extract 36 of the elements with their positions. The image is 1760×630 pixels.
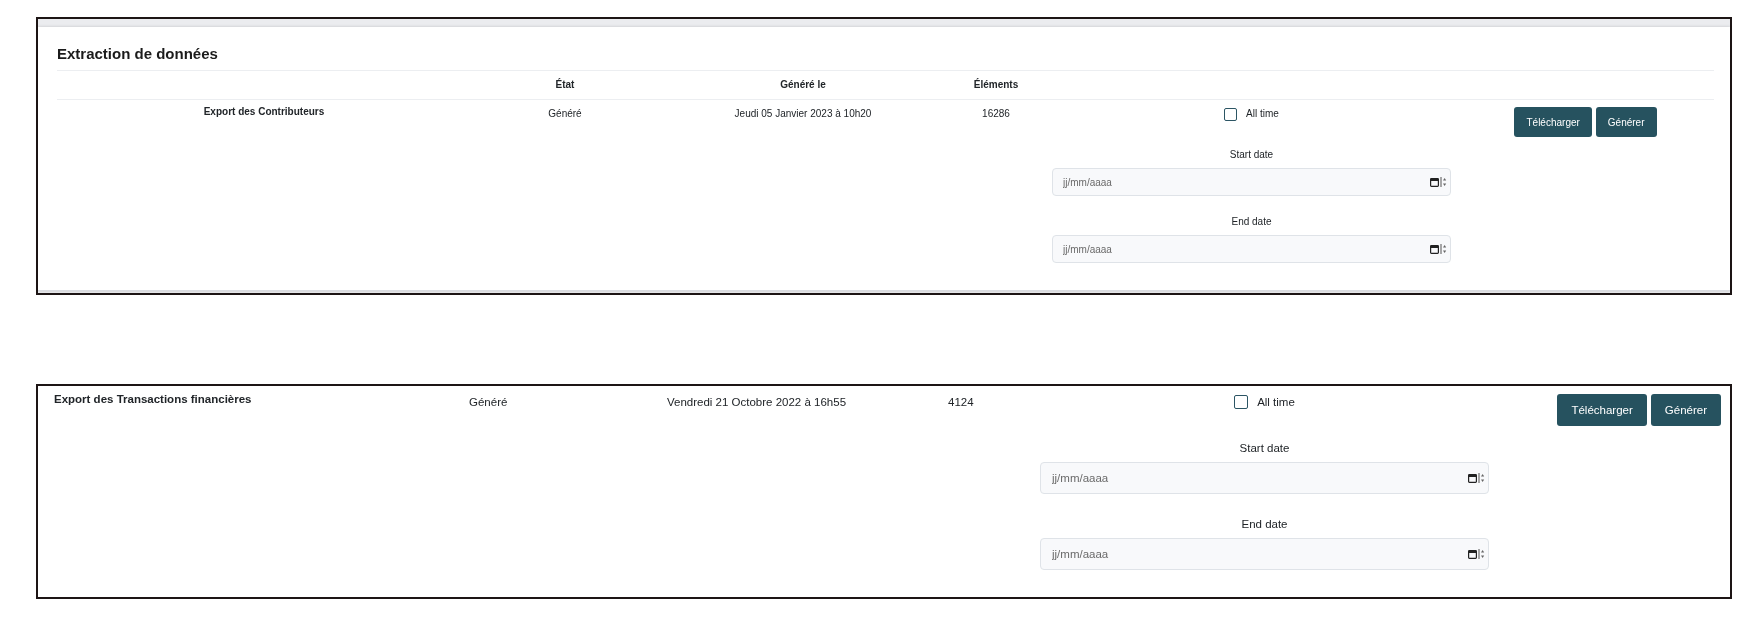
field-label: End date <box>1241 517 1288 532</box>
calendar-icon[interactable] <box>1468 473 1477 483</box>
element-count: 4124 <box>948 396 974 408</box>
calendar-icon[interactable] <box>1430 177 1439 187</box>
stepper-icon[interactable] <box>1478 473 1485 483</box>
generated-date: Jeudi 05 Janvier 2023 à 10h20 <box>734 108 872 119</box>
column-header: Éléments <box>973 79 1019 90</box>
generate-button[interactable]: Générer <box>1650 394 1721 426</box>
stepper-icon[interactable] <box>1440 177 1447 187</box>
calendar-icon[interactable] <box>1468 549 1477 559</box>
stepper-icon[interactable] <box>1478 549 1485 559</box>
section-title: Extraction de données <box>57 44 1714 71</box>
checkbox-label: All time <box>1257 395 1295 410</box>
column-header: Généré le <box>780 79 826 90</box>
date-field[interactable]: jj/mm/aaaa <box>1040 462 1489 494</box>
download-button[interactable]: Télécharger <box>1557 394 1647 426</box>
all-time-checkbox[interactable] <box>1224 107 1238 121</box>
stepper-icon[interactable] <box>1440 244 1447 254</box>
checkbox-label: All time <box>1246 107 1279 121</box>
date-field[interactable]: jj/mm/aaaa <box>1052 235 1451 263</box>
field-label: Start date <box>1239 441 1290 456</box>
status-text: Généré <box>548 108 582 119</box>
export-name: Export des Transactions financières <box>54 393 252 405</box>
date-field[interactable]: jj/mm/aaaa <box>1052 168 1451 196</box>
generate-button[interactable]: Générer <box>1595 107 1657 137</box>
calendar-icon[interactable] <box>1430 244 1439 254</box>
field-label: End date <box>1231 215 1272 229</box>
all-time-checkbox[interactable] <box>1234 395 1249 409</box>
status-text: Généré <box>469 396 508 408</box>
column-header: État <box>555 79 575 90</box>
element-count: 16286 <box>982 108 1010 119</box>
generated-date: Vendredi 21 Octobre 2022 à 16h55 <box>667 396 847 408</box>
download-button[interactable]: Télécharger <box>1514 107 1592 137</box>
export-name: Export des Contributeurs <box>203 106 325 117</box>
field-label: Start date <box>1229 148 1274 162</box>
date-field[interactable]: jj/mm/aaaa <box>1040 538 1489 570</box>
